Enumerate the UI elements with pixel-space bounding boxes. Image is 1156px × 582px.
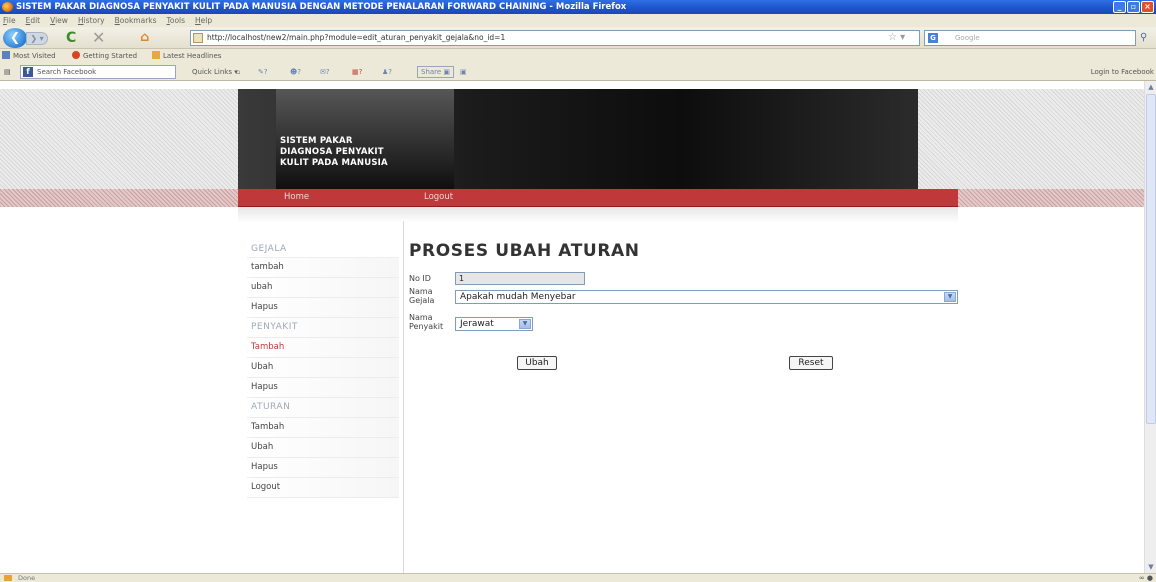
toolbar-menu-icon[interactable]: ▤ [4,63,11,81]
menu-bar: File Edit View History Bookmarks Tools H… [0,14,1156,27]
back-button[interactable]: ❮ [3,28,27,48]
no-id-label: No ID [409,274,431,283]
penyakit-select[interactable]: Jerawat ▼ [455,317,533,331]
site-icon [193,33,203,43]
nav-logout-link[interactable]: Logout [424,189,453,206]
url-text: http://localhost/new2/main.php?module=ed… [207,33,506,42]
window-title: SISTEM PAKAR DIAGNOSA PENYAKIT KULIT PAD… [16,2,627,12]
sidebar-menu: GEJALA tambah ubah Hapus PENYAKIT Tambah… [247,241,399,498]
sidebar-item-gejala-tambah[interactable]: tambah [247,258,399,278]
url-bar[interactable]: http://localhost/new2/main.php?module=ed… [190,30,920,46]
menu-tools[interactable]: Tools [167,14,185,27]
facebook-icon: f [23,67,33,77]
facebook-search-placeholder: Search Facebook [37,68,97,76]
fb-friends-icon[interactable]: ☻? [290,63,301,81]
sidebar-divider [403,221,404,573]
fb-status-icon[interactable]: ✎? [258,63,268,81]
bookmark-most-visited[interactable]: Most Visited [2,49,56,63]
scrollbar-thumb[interactable] [1146,94,1156,424]
facebook-toolbar: ▤ f Search Facebook Quick Links ▾ ⌂ ✎? ☻… [0,63,1156,81]
menu-help[interactable]: Help [195,14,212,27]
firefox-icon [2,2,13,12]
fb-messages-icon[interactable]: ✉? [320,63,330,81]
sidebar-header-penyakit: PENYAKIT [247,318,399,338]
fb-home-icon[interactable]: ⌂ [236,63,240,81]
sidebar-header-gejala: GEJALA [247,241,399,258]
maximize-button[interactable]: ▫ [1127,1,1140,13]
fb-groups-icon[interactable]: ♟? [382,63,392,81]
navigation-toolbar: ❮ ❯ ▾ C ✕ ⌂ http://localhost/new2/main.p… [0,27,1156,49]
fb-events-icon[interactable]: ▦? [352,63,362,81]
home-icon[interactable]: ⌂ [140,30,149,46]
menu-history[interactable]: History [78,14,105,27]
site-nav: Home Logout [238,189,958,207]
menu-file[interactable]: File [3,14,16,27]
fb-share-button[interactable]: Share ▣ [417,66,455,78]
fb-sidebar-icon[interactable]: ▣ [460,63,467,81]
sidebar-item-logout[interactable]: Logout [247,478,399,498]
facebook-login-link[interactable]: Login to Facebook [1091,63,1154,81]
sidebar-item-aturan-ubah[interactable]: Ubah [247,438,399,458]
bookmark-star-icon[interactable]: ☆ ▾ [888,32,905,43]
page-title: PROSES UBAH ATURAN [409,241,640,261]
sidebar-header-aturan: ATURAN [247,398,399,418]
bookmarks-toolbar: Most Visited Getting Started Latest Head… [0,49,1156,63]
reset-button[interactable]: Reset [789,356,833,370]
sidebar-item-aturan-tambah[interactable]: Tambah [247,418,399,438]
status-bar: Done ∞ ● [0,573,1156,582]
search-input[interactable]: G Google [924,30,1136,46]
gejala-label: Nama Gejala [409,287,435,305]
quick-links-menu[interactable]: Quick Links ▾ [192,63,238,81]
gejala-selected-value: Apakah mudah Menyebar [460,292,576,302]
search-placeholder: Google [955,34,980,42]
getting-started-icon [72,51,80,59]
status-text: Done [18,574,36,582]
close-button[interactable]: × [1141,1,1154,13]
stop-icon[interactable]: ✕ [92,30,105,46]
scroll-down-icon[interactable]: ▼ [1146,561,1156,573]
minimize-button[interactable]: _ [1113,1,1126,13]
gejala-select[interactable]: Apakah mudah Menyebar ▼ [455,290,958,304]
window-title-bar: SISTEM PAKAR DIAGNOSA PENYAKIT KULIT PAD… [0,0,1156,14]
submit-button[interactable]: Ubah [517,356,557,370]
bookmark-getting-started[interactable]: Getting Started [72,49,137,63]
google-icon[interactable]: G [928,33,938,43]
menu-edit[interactable]: Edit [26,14,41,27]
scroll-up-icon[interactable]: ▲ [1146,81,1156,93]
status-icon [4,575,12,581]
nav-shadow [238,207,958,223]
site-header: SISTEM PAKAR DIAGNOSA PENYAKIT KULIT PAD… [238,89,918,189]
bookmark-latest-headlines[interactable]: Latest Headlines [152,49,221,63]
chevron-down-icon[interactable]: ▼ [519,319,531,329]
menu-bookmarks[interactable]: Bookmarks [115,14,157,27]
chevron-down-icon[interactable]: ▼ [944,292,956,302]
no-id-field[interactable]: 1 [455,272,585,285]
vertical-scrollbar[interactable]: ▲ ▼ [1144,81,1156,573]
forward-button[interactable]: ❯ ▾ [26,32,48,45]
search-icon[interactable]: ⚲ [1140,32,1147,43]
status-addons-icon[interactable]: ∞ ● [1139,574,1153,582]
most-visited-icon [2,51,10,59]
penyakit-label: Nama Penyakit [409,313,444,331]
menu-view[interactable]: View [50,14,68,27]
reload-icon[interactable]: C [66,30,76,46]
rss-icon [152,51,160,59]
sidebar-item-penyakit-hapus[interactable]: Hapus [247,378,399,398]
sidebar-item-gejala-hapus[interactable]: Hapus [247,298,399,318]
sidebar-item-gejala-ubah[interactable]: ubah [247,278,399,298]
sidebar-item-penyakit-tambah[interactable]: Tambah [247,338,399,358]
nav-home-link[interactable]: Home [284,189,309,206]
window-controls: _ ▫ × [1113,1,1154,13]
site-title: SISTEM PAKAR DIAGNOSA PENYAKIT KULIT PAD… [280,136,388,168]
sidebar-item-aturan-hapus[interactable]: Hapus [247,458,399,478]
facebook-search-input[interactable]: f Search Facebook [20,65,176,79]
penyakit-selected-value: Jerawat [460,319,494,329]
sidebar-item-penyakit-ubah[interactable]: Ubah [247,358,399,378]
page-viewport: SISTEM PAKAR DIAGNOSA PENYAKIT KULIT PAD… [0,81,1144,573]
